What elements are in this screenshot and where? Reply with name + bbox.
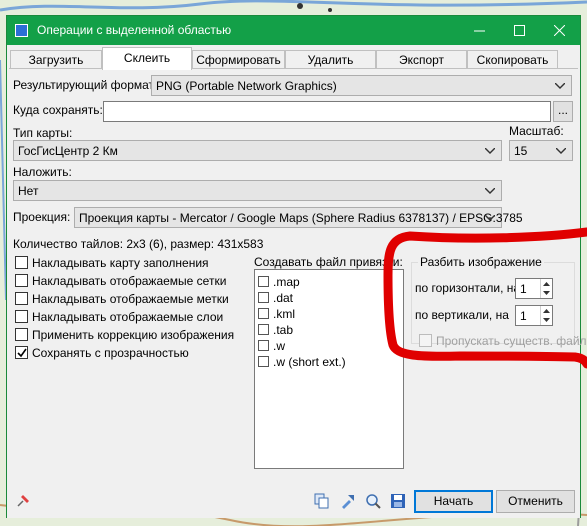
title-bar[interactable]: Операции с выделенной областью [7,16,580,45]
georef-item-label: .w (short ext.) [273,355,346,369]
minimize-button[interactable] [460,16,500,45]
checkbox[interactable] [258,324,269,335]
cancel-button[interactable]: Отменить [496,490,575,513]
checkbox[interactable] [258,308,269,319]
zoom-label: Масштаб: [509,124,564,138]
zoom-select[interactable]: 15 [509,140,573,161]
split-vertical-label: по вертикали, на [415,308,509,322]
map-type-select[interactable]: ГосГисЦентр 2 Км [13,140,502,161]
georef-label: Создавать файл привязки: [254,255,403,269]
split-legend: Разбить изображение [418,255,544,269]
option-label: Сохранять с прозрачностью [32,346,189,360]
chevron-down-icon [485,148,495,154]
chevron-down-icon [555,83,565,89]
arrow-up-icon [543,309,550,313]
format-select[interactable]: PNG (Portable Network Graphics) [151,75,572,96]
checkbox[interactable] [258,292,269,303]
option-label: Накладывать отображаемые сетки [32,274,227,288]
overlay-value: Нет [18,184,39,198]
tab-delete[interactable]: Удалить [285,50,376,70]
close-icon [554,25,565,36]
merge-panel: Результирующий формат: PNG (Portable Net… [9,69,587,483]
format-value: PNG (Portable Network Graphics) [156,79,337,93]
close-button[interactable] [540,16,580,45]
option-label: Накладывать отображаемые слои [32,310,224,324]
arrow-down-icon [543,318,550,322]
zoom-value: 15 [514,144,528,158]
georef-item-label: .tab [273,323,294,337]
spin-down-button[interactable] [540,315,552,325]
map-type-value: ГосГисЦентр 2 Км [18,144,118,158]
checkbox[interactable] [15,256,28,269]
app-icon [15,24,28,37]
arrow-down-icon [543,291,550,295]
browse-button[interactable]: ... [553,101,573,122]
split-horizontal-input[interactable]: 1 [515,278,553,299]
checkbox-disabled [419,334,432,347]
checkbox[interactable] [258,356,269,367]
arrow-up-icon [543,282,550,286]
map-type-label: Тип карты: [13,126,73,140]
copy-icon[interactable] [314,493,330,509]
tab-merge[interactable]: Склеить [102,47,192,70]
skip-existing-label: Пропускать существ. файл [436,334,587,348]
georef-item-label: .kml [273,307,295,321]
zoom-icon[interactable] [365,493,381,509]
projection-label: Проекция: [13,210,71,224]
chevron-down-icon [485,215,495,221]
tab-copy[interactable]: Скопировать [467,50,558,70]
split-vertical-input[interactable]: 1 [515,305,553,326]
option-label: Накладывать отображаемые метки [32,292,229,306]
chevron-down-icon [556,148,566,154]
georef-list[interactable]: .map .dat .kml .tab .w .w (short ext.) [254,269,404,469]
tiles-info: Количество тайлов: 2x3 (6), размер: 431x… [13,237,264,251]
window-title: Операции с выделенной областью [37,23,232,37]
georef-item-label: .w [273,339,285,353]
split-horizontal-label: по горизонтали, на [415,281,521,295]
checkbox[interactable] [15,310,28,323]
checkbox[interactable] [258,276,269,287]
save-icon[interactable] [390,493,406,509]
tab-export[interactable]: Экспорт [376,50,467,70]
start-button[interactable]: Начать [414,490,493,513]
option-label: Накладывать карту заполнения [32,256,209,270]
chevron-down-icon [485,188,495,194]
checkbox[interactable] [15,292,28,305]
georef-item-label: .dat [273,291,294,305]
tab-generate[interactable]: Сформировать [192,50,285,70]
checkbox[interactable] [15,328,28,341]
maximize-icon [514,25,525,36]
save-path-input[interactable] [103,101,551,122]
split-image-group: Разбить изображение [411,255,575,344]
checkbox[interactable] [258,340,269,351]
save-to-label: Куда сохранять: [13,103,103,117]
maximize-button[interactable] [500,16,540,45]
pin-icon[interactable] [15,493,31,509]
minimize-icon [474,30,485,32]
split-horizontal-value: 1 [520,282,527,296]
format-label: Результирующий формат: [13,78,158,92]
selection-operations-dialog: Операции с выделенной областью Загрузить… [6,15,587,518]
spin-down-button[interactable] [540,288,552,298]
tab-load[interactable]: Загрузить [10,50,102,70]
georef-item-label: .map [273,275,300,289]
projection-select[interactable]: Проекция карты - Mercator / Google Maps … [74,207,523,228]
overlay-label: Наложить: [13,165,72,179]
checkmark-icon [17,348,27,358]
checkbox-checked[interactable] [15,346,28,359]
checkbox[interactable] [15,274,28,287]
option-label: Применить коррекцию изображения [32,328,235,342]
overlay-select[interactable]: Нет [13,180,502,201]
projection-value: Проекция карты - Mercator / Google Maps … [79,211,523,225]
bottom-bar: Начать Отменить [7,483,580,518]
tab-strip: Загрузить Склеить Сформировать Удалить Э… [7,47,580,70]
split-vertical-value: 1 [520,309,527,323]
tools-icon[interactable] [340,493,356,509]
